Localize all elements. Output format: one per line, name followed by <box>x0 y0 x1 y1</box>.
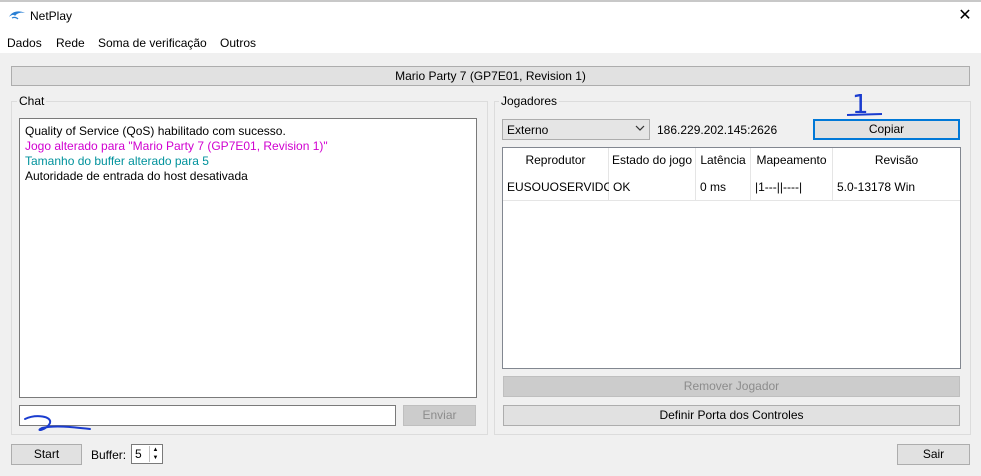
cell-game-state[interactable]: OK <box>609 176 696 198</box>
spin-up-icon[interactable]: ▲ <box>150 446 161 454</box>
chat-log[interactable]: Quality of Service (QoS) habilitado com … <box>19 118 477 398</box>
exit-button[interactable]: Sair <box>897 444 970 465</box>
game-select-button[interactable]: Mario Party 7 (GP7E01, Revision 1) <box>11 66 970 86</box>
column-header-player[interactable]: Reprodutor <box>503 148 609 172</box>
copy-button[interactable]: Copiar <box>813 119 960 140</box>
players-table: Reprodutor Estado do jogo Latência Mapea… <box>502 147 961 369</box>
send-button[interactable]: Enviar <box>403 405 476 426</box>
connection-type-select[interactable]: Externo <box>502 119 650 140</box>
close-icon[interactable]: ✕ <box>950 6 980 28</box>
cell-player-name[interactable]: EUSOUOSERVIDOR <box>503 176 609 198</box>
spin-down-icon[interactable]: ▼ <box>150 454 161 462</box>
annotation-number-2 <box>24 415 91 432</box>
annotation-underline <box>846 113 883 116</box>
chat-group-title: Chat <box>17 94 47 108</box>
cell-revision[interactable]: 5.0-13178 Win <box>833 176 960 198</box>
chat-message: Quality of Service (QoS) habilitado com … <box>25 124 286 138</box>
window-title: NetPlay <box>30 9 73 23</box>
column-header-game-state[interactable]: Estado do jogo <box>609 148 696 172</box>
menu-bar: Dados Rede Soma de verificação Outros <box>0 33 981 53</box>
connection-type-value: Externo <box>507 123 549 137</box>
top-strip <box>0 0 981 2</box>
start-button[interactable]: Start <box>11 444 82 465</box>
chevron-down-icon <box>635 125 645 131</box>
players-group-title: Jogadores <box>499 94 560 108</box>
cell-latency[interactable]: 0 ms <box>696 176 751 198</box>
dolphin-icon <box>9 11 25 20</box>
menu-item-outros[interactable]: Outros <box>220 36 256 50</box>
column-header-latency[interactable]: Latência <box>696 148 751 172</box>
title-bar: NetPlay ✕ <box>0 0 981 33</box>
buffer-spinbox[interactable]: 5 ▲ ▼ <box>131 444 163 464</box>
spin-buttons: ▲ ▼ <box>149 446 161 462</box>
menu-item-checksum[interactable]: Soma de verificação <box>98 36 207 50</box>
cell-mapping[interactable]: |1---||----| <box>751 176 833 198</box>
chat-message: Jogo alterado para "Mario Party 7 (GP7E0… <box>25 139 328 153</box>
set-controller-ports-button[interactable]: Definir Porta dos Controles <box>503 405 960 426</box>
chat-message: Autoridade de entrada do host desativada <box>25 169 248 183</box>
menu-item-dados[interactable]: Dados <box>7 36 42 50</box>
column-header-mapping[interactable]: Mapeamento <box>751 148 833 172</box>
chat-message: Tamanho do buffer alterado para 5 <box>25 154 209 168</box>
buffer-label: Buffer: <box>91 448 127 462</box>
menu-item-rede[interactable]: Rede <box>56 36 85 50</box>
buffer-value: 5 <box>135 447 142 461</box>
column-header-revision[interactable]: Revisão <box>833 148 960 172</box>
host-address: 186.229.202.145:2626 <box>657 123 778 137</box>
remove-player-button[interactable]: Remover Jogador <box>503 376 960 397</box>
row-divider <box>503 200 960 201</box>
